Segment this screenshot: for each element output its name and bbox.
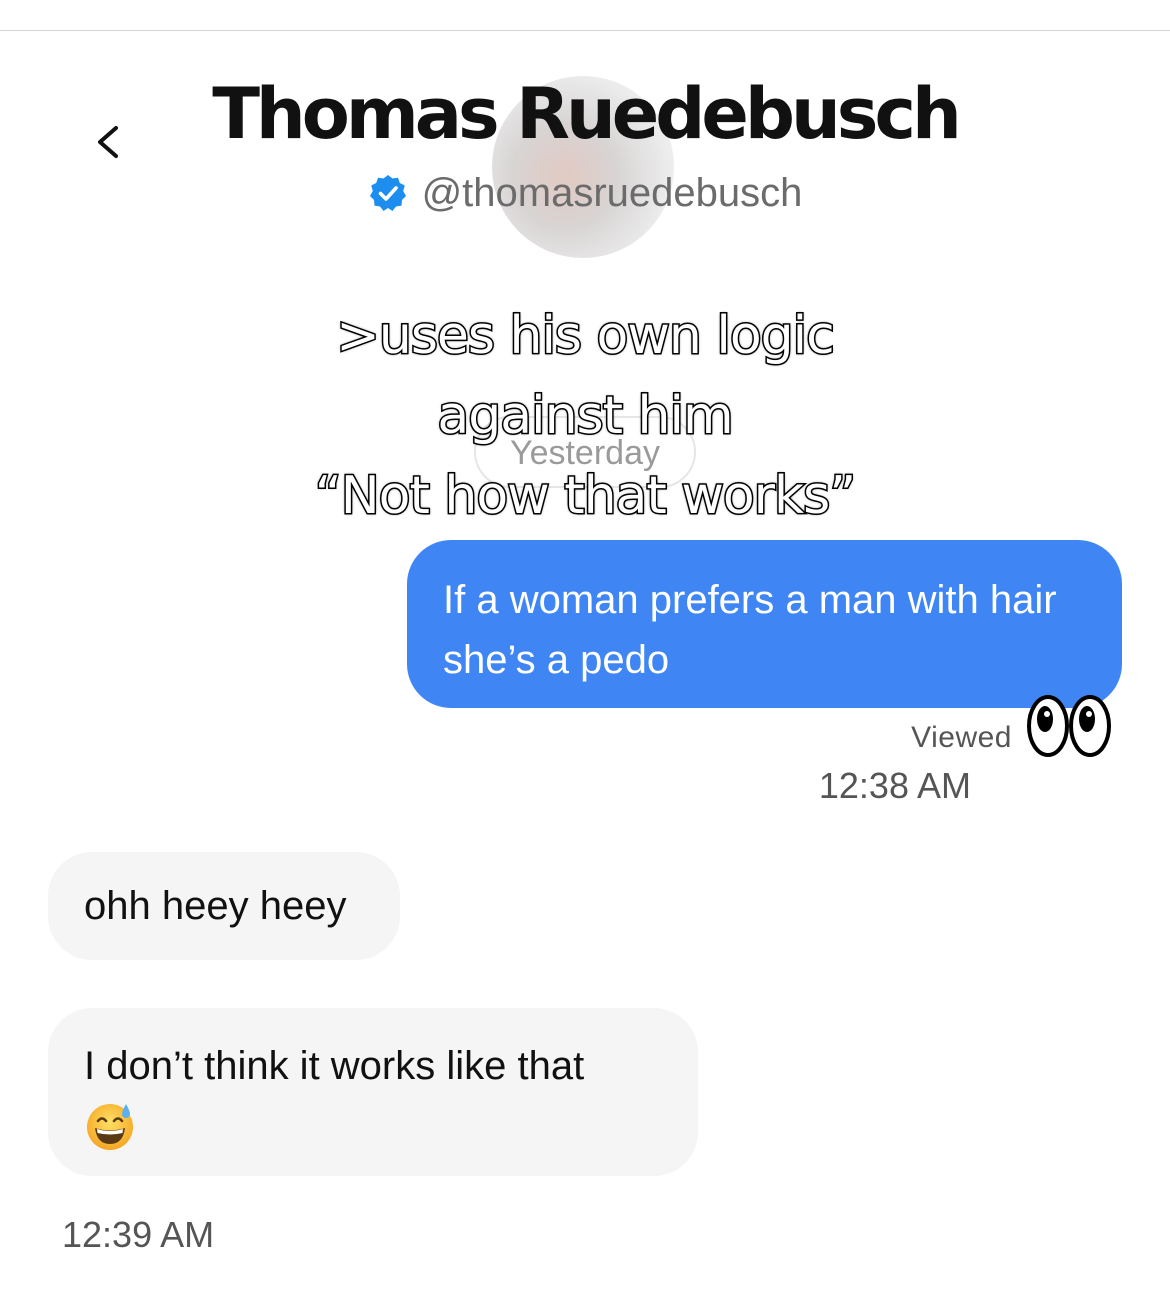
- overlay-line: “Not how that works”: [313, 465, 857, 528]
- message-timestamp: 12:38 AM: [818, 765, 971, 806]
- overlay-line: >uses his own logic: [335, 305, 836, 368]
- contact-name[interactable]: Thomas Ruedebusch: [0, 72, 1170, 156]
- outgoing-message-bubble[interactable]: If a woman prefers a man with hair she’s…: [407, 540, 1122, 708]
- overlay-caption: >uses his own logic against him “Not how…: [0, 296, 1170, 536]
- message-text: If a woman prefers a man with hair she’s…: [443, 578, 1057, 682]
- eyes-icon: [1027, 695, 1111, 757]
- message-timestamp: 12:39 AM: [62, 1214, 215, 1255]
- incoming-message-bubble[interactable]: I don’t think it works like that: [48, 1008, 698, 1176]
- contact-handle: @thomasruedebusch: [421, 171, 803, 215]
- message-text: ohh heey heey: [84, 884, 347, 928]
- overlay-line: against him: [436, 385, 735, 448]
- viewed-status: Viewed: [911, 721, 1012, 754]
- incoming-message-bubble[interactable]: ohh heey heey: [48, 852, 400, 960]
- message-text: I don’t think it works like that: [84, 1044, 585, 1088]
- grinning-face-with-sweat-icon: [87, 1104, 133, 1150]
- top-divider: [0, 30, 1170, 31]
- verified-badge-icon: [369, 175, 406, 211]
- handle-row: @thomasruedebusch: [0, 168, 1170, 218]
